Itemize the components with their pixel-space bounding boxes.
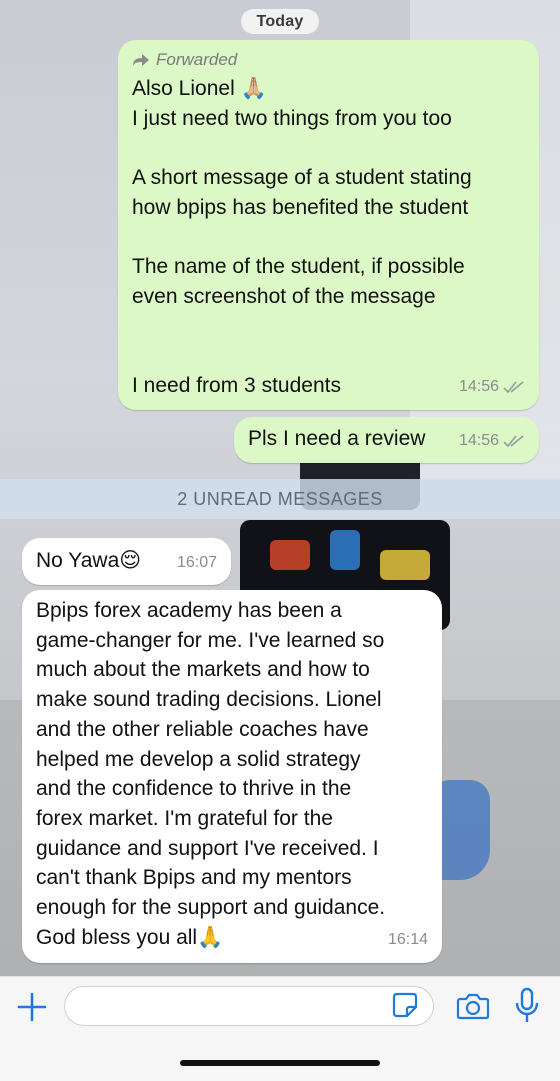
outgoing-message[interactable]: Pls I need a review 14:56 (234, 417, 539, 463)
forwarded-label: Forwarded (156, 50, 238, 69)
message-text-line: enough for the support and guidance. (36, 896, 386, 920)
outgoing-message-forwarded[interactable]: Forwarded Also Lionel 🙏🏼 I just need two… (118, 40, 539, 410)
message-text-line: how bpips has benefited the student (132, 195, 469, 219)
wallpaper-pattern (380, 550, 430, 580)
message-text-line: I need from 3 students (132, 373, 341, 397)
message-text-line: game-changer for me. I've learned so (36, 628, 385, 652)
wallpaper-pattern (270, 540, 310, 570)
message-text-line: make sound trading decisions. Lionel (36, 688, 382, 712)
message-body: Bpips forex academy has been a game-chan… (36, 596, 385, 952)
message-text-line: Bpips forex academy has been a (36, 599, 342, 622)
message-text-line: guidance and support I've received. I (36, 836, 379, 860)
date-separator: Today (241, 9, 319, 34)
camera-icon[interactable] (456, 991, 490, 1021)
plus-icon[interactable] (16, 991, 48, 1023)
read-ticks-icon (503, 381, 524, 394)
message-text-line: A short message of a student stating (132, 166, 472, 190)
message-time: 14:56 (458, 432, 499, 450)
message-text-line: I just need two things from you too (132, 106, 452, 130)
message-text: No Yawa😌 (36, 549, 142, 572)
forwarded-indicator: Forwarded (132, 50, 472, 70)
message-input[interactable] (64, 986, 434, 1026)
message-text-line: and the other reliable coaches have (36, 717, 369, 741)
message-text-line: can't thank Bpips and my mentors (36, 866, 352, 890)
message-meta: 14:56 (459, 426, 525, 456)
read-ticks-icon (503, 435, 524, 448)
wallpaper-pattern (330, 530, 360, 570)
sticker-icon[interactable] (391, 991, 419, 1019)
forward-arrow-icon (133, 54, 149, 66)
incoming-message[interactable]: No Yawa😌 16:07 (22, 538, 231, 585)
message-text-line: helped me develop a solid strategy (36, 747, 361, 771)
message-text-line: God bless you all🙏 (36, 925, 224, 949)
message-text: Pls I need a review (248, 427, 426, 450)
message-text-line: Also Lionel 🙏🏼 (132, 77, 267, 100)
message-time: 14:56 (458, 378, 499, 396)
message-text-line: The name of the student, if possible (132, 255, 465, 279)
message-text-line: much about the markets and how to (36, 658, 370, 682)
message-text-line: even screenshot of the message (132, 284, 436, 308)
message-time: 16:07 (176, 554, 217, 572)
incoming-message[interactable]: Bpips forex academy has been a game-chan… (22, 590, 442, 963)
microphone-icon[interactable] (514, 987, 540, 1025)
message-meta: 14:56 (459, 372, 525, 402)
message-text-line: forex market. I'm grateful for the (36, 806, 333, 830)
unread-messages-banner: 2 UNREAD MESSAGES (0, 479, 560, 519)
message-time: 16:14 (387, 931, 428, 949)
message-text-line: and the confidence to thrive in the (36, 777, 352, 801)
home-indicator (180, 1060, 380, 1066)
